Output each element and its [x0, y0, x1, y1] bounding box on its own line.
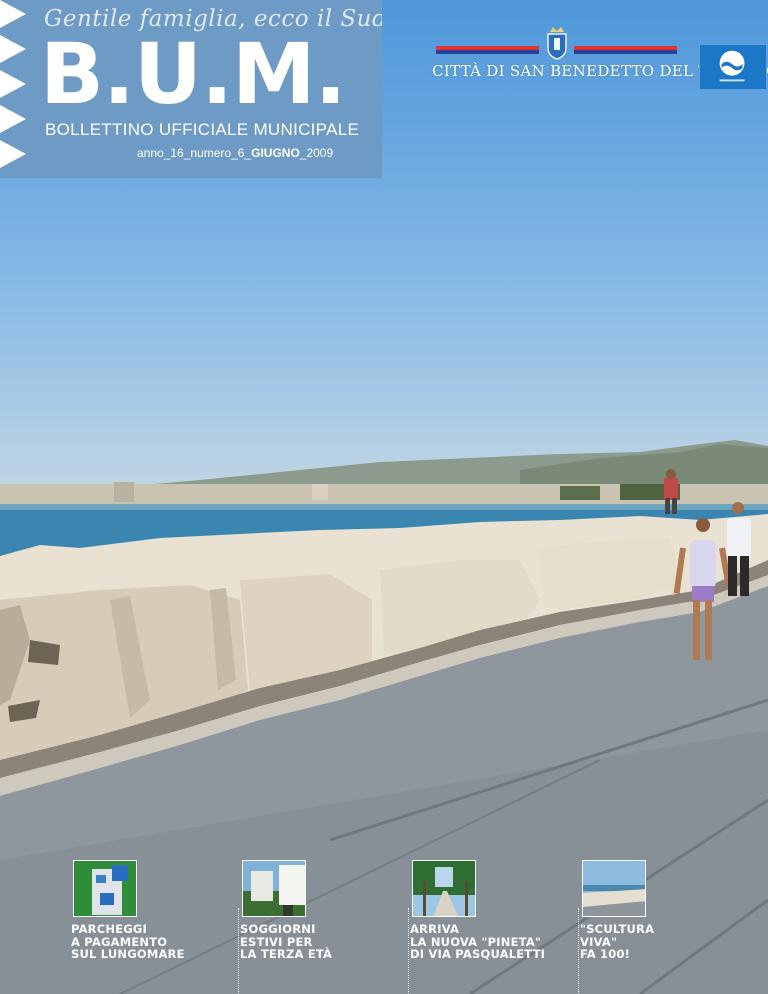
feature-scultura[interactable]: "SCULTURA VIVA" FA 100!: [578, 860, 730, 994]
feature-caption: PARCHEGGI A PAGAMENTO SUL LUNGOMARE: [71, 922, 185, 961]
flag-bar-right: [574, 46, 677, 54]
issue-prefix: anno_16_numero_6_: [137, 146, 252, 160]
feature-divider: [578, 908, 579, 994]
seafront-photo: [582, 860, 646, 917]
masthead-logo: B.U.M.: [40, 25, 347, 123]
feature-soggiorni[interactable]: SOGGIORNI ESTIVI PER LA TERZA ETÀ: [238, 860, 390, 994]
masthead-subtitle: BOLLETTINO UFFICIALE MUNICIPALE: [45, 120, 360, 139]
feature-caption: SOGGIORNI ESTIVI PER LA TERZA ETÀ: [240, 922, 333, 961]
feature-divider: [238, 908, 239, 994]
bandiera-blu-icon: [699, 44, 767, 90]
chevron-border-icon: [0, 0, 26, 168]
feature-pineta[interactable]: ARRIVA LA NUOVA "PINETA" DI VIA PASQUALE…: [408, 860, 560, 994]
city-name: CITTÀ DI SAN BENEDETTO DEL TRONTO: [432, 62, 768, 80]
feature-divider: [408, 908, 409, 994]
city-crest-icon: [547, 27, 567, 60]
parking-meter-photo: [73, 860, 137, 917]
flag-bar-left: [436, 46, 539, 54]
feature-caption: ARRIVA LA NUOVA "PINETA" DI VIA PASQUALE…: [410, 922, 546, 961]
issue-month: GIUGNO: [251, 146, 300, 160]
pine-avenue-photo: [412, 860, 476, 917]
feature-caption: "SCULTURA VIVA" FA 100!: [580, 922, 655, 961]
hotel-photo: [242, 860, 306, 917]
city-header: CITTÀ DI SAN BENEDETTO DEL TRONTO: [432, 26, 768, 92]
masthead: Gentile famiglia, ecco il Sud B.U.M. BOL…: [0, 0, 382, 178]
issue-suffix: _2009: [299, 146, 334, 160]
issue-line: anno_16_numero_6_GIUGNO_2009: [137, 146, 333, 160]
feature-parcheggi[interactable]: PARCHEGGI A PAGAMENTO SUL LUNGOMARE: [71, 860, 221, 961]
